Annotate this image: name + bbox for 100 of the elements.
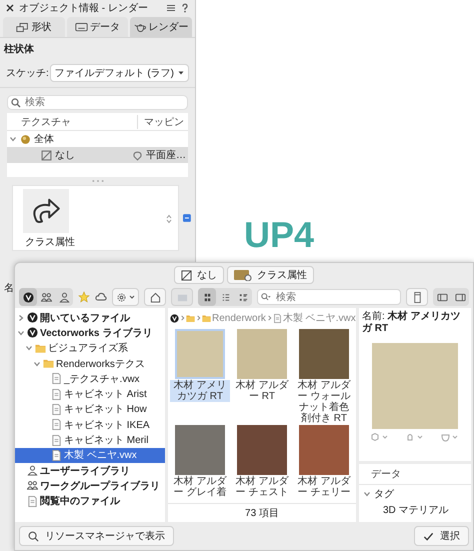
document-icon — [51, 373, 62, 384]
search-field[interactable]: 検索 — [257, 289, 401, 305]
chevron-down-icon[interactable] — [33, 360, 41, 368]
library-source-button[interactable] — [19, 288, 37, 306]
caret-icon — [129, 294, 135, 300]
tree-item[interactable]: Vectorworks ライブラリ — [15, 325, 165, 341]
breadcrumb-item[interactable]: Renderwork — [212, 312, 266, 324]
texture-name[interactable]: 木材 アルダー ウォールナット着色剤付き RT — [294, 380, 354, 424]
settings-icon — [116, 292, 127, 302]
overlay-caption: UP4 — [244, 214, 314, 256]
resize-handle[interactable] — [90, 179, 104, 183]
sketch-dropdown[interactable]: ファイルデフォルト (ラフ) — [50, 64, 189, 82]
logo-icon — [22, 292, 34, 302]
close-icon[interactable] — [5, 3, 15, 13]
shape-dropdown-icon[interactable] — [404, 432, 425, 442]
resource-button[interactable]: クラス属性 — [227, 266, 314, 284]
gear-menu-button[interactable] — [112, 288, 139, 306]
checkbox-icon[interactable] — [183, 214, 191, 222]
card-label: クラス属性 — [25, 236, 75, 249]
resource-button[interactable]: なし — [174, 266, 224, 284]
texture-name[interactable]: 木材 アルダー チェリー — [294, 476, 354, 498]
column-header[interactable]: データ — [371, 469, 401, 480]
view-mode-button[interactable] — [198, 288, 216, 306]
star-icon[interactable] — [78, 291, 90, 303]
search-icon — [28, 530, 39, 542]
folder-icon — [202, 314, 211, 322]
stepper-icon[interactable] — [166, 214, 172, 224]
resource-name: 名前: 木材 アメリカツガ RT — [362, 311, 462, 335]
texture-thumbnail[interactable] — [175, 425, 225, 475]
home-icon — [150, 292, 160, 302]
tab[interactable]: 形状 — [3, 17, 65, 37]
pane-icon — [454, 292, 466, 302]
document-icon — [27, 496, 38, 507]
tree-item[interactable]: キャビネット Meril — [15, 432, 165, 448]
mapping-icon — [132, 150, 143, 160]
chevron-down-icon[interactable] — [9, 135, 17, 143]
texture-thumbnail[interactable] — [299, 329, 349, 379]
pane-icon — [436, 292, 448, 302]
texture-thumbnail[interactable] — [175, 329, 225, 379]
person-icon — [58, 292, 70, 302]
chevron-right-icon — [266, 314, 272, 322]
texture-thumbnail[interactable] — [237, 425, 287, 475]
texture-thumbnail[interactable] — [299, 425, 349, 475]
cube-dropdown-icon[interactable] — [370, 432, 390, 442]
folder-icon — [43, 358, 54, 370]
chevron-right-icon[interactable] — [17, 314, 25, 322]
breadcrumb-item[interactable]: 木製 ベニヤ.vwx — [282, 311, 356, 325]
tag-value: 3D マテリアル — [382, 504, 450, 517]
document-icon — [51, 419, 62, 430]
folder-icon — [35, 342, 46, 354]
field-label: 名 — [4, 282, 15, 295]
tab[interactable]: レンダー — [130, 17, 192, 37]
texture-name[interactable]: 木材 アルダー チェスト — [232, 476, 292, 498]
panel-toggle-button[interactable] — [406, 288, 428, 306]
group-label: 全体 — [34, 133, 54, 146]
texture-name[interactable]: 木材 アメリカツガ RT — [170, 380, 230, 402]
tree-item[interactable]: ワークグループライブラリ — [15, 478, 165, 494]
tree-item[interactable]: キャビネット How — [15, 402, 165, 418]
chevron-right-icon — [180, 314, 185, 322]
no-texture-icon — [41, 150, 52, 160]
help-icon[interactable] — [180, 3, 190, 13]
cloud-icon[interactable] — [95, 291, 107, 303]
tree-item[interactable]: _テクスチャ.vwx — [15, 371, 165, 386]
menu-icon[interactable] — [166, 3, 176, 13]
texture-name[interactable]: 木材 アルダー グレイ着 — [170, 476, 230, 498]
tree-item[interactable]: 木製 ベニヤ.vwx — [15, 448, 165, 463]
search-field[interactable]: 検索 — [7, 95, 188, 110]
teapot-dropdown-icon[interactable] — [440, 432, 460, 442]
chevron-right-icon — [196, 314, 201, 322]
people-icon — [27, 480, 38, 492]
detail-list-icon — [238, 292, 248, 302]
column-header[interactable]: マッピン — [137, 114, 188, 128]
search-icon — [261, 292, 271, 302]
texture-name[interactable]: 木材 アルダー RT — [232, 380, 292, 402]
tab[interactable]: データ — [66, 17, 128, 37]
chevron-down-icon[interactable] — [17, 328, 25, 337]
tree-item[interactable]: キャビネット IKEA — [15, 417, 165, 432]
sketch-label: スケッチ: — [6, 67, 49, 80]
column-header[interactable]: テクスチャ — [7, 114, 137, 128]
ball-icon — [20, 134, 31, 144]
logo-icon — [27, 312, 38, 324]
tree-item[interactable]: ビジュアライズ系 — [15, 340, 165, 356]
chevron-down-icon[interactable] — [25, 344, 33, 352]
phone-icon — [412, 292, 422, 302]
home-button[interactable] — [144, 288, 166, 306]
tree-item[interactable]: 開いているファイル — [15, 310, 165, 326]
tree-item[interactable]: Renderworksテクス — [15, 356, 165, 372]
none-icon — [181, 270, 192, 280]
document-icon — [51, 404, 62, 415]
texture-thumbnail[interactable] — [237, 329, 287, 379]
show-in-resource-manager-button[interactable]: リソースマネージャで表示 — [19, 526, 174, 546]
document-icon — [51, 450, 62, 461]
swatch-icon — [234, 269, 252, 281]
select-button[interactable]: 選択 — [414, 526, 469, 546]
texture-row[interactable]: なし 平面座… — [7, 147, 188, 163]
chevron-down-icon[interactable] — [363, 490, 371, 498]
class-attribute-card[interactable]: クラス属性 — [12, 185, 180, 251]
tree-item[interactable]: 閲覧中のファイル — [15, 494, 165, 509]
tree-item[interactable]: ユーザーライブラリ — [15, 462, 165, 478]
tree-item[interactable]: キャビネット Arist — [15, 386, 165, 402]
